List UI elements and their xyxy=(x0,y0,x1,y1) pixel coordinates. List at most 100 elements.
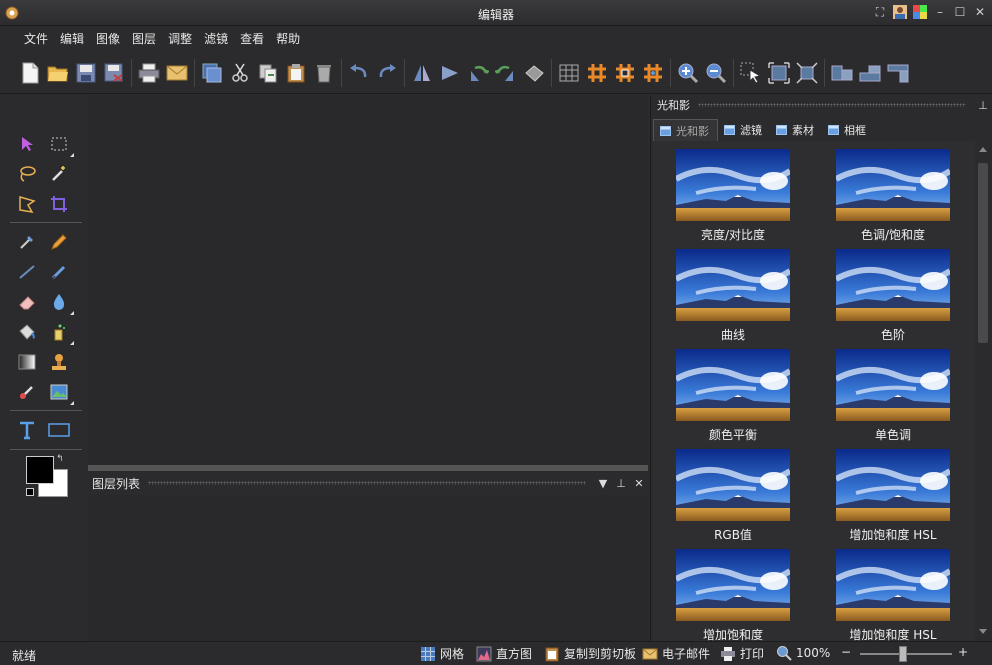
cut-icon[interactable] xyxy=(226,58,254,88)
eyedropper-icon[interactable] xyxy=(16,231,38,253)
menu-file[interactable]: 文件 xyxy=(18,27,54,51)
flip-horizontal-icon[interactable] xyxy=(408,58,436,88)
drag-grip[interactable] xyxy=(698,103,966,107)
rotate-left-icon[interactable] xyxy=(464,58,492,88)
select-arrow-icon[interactable] xyxy=(16,133,38,155)
redo-icon[interactable] xyxy=(373,58,401,88)
stamp-icon[interactable] xyxy=(48,351,70,373)
lasso-icon[interactable] xyxy=(16,163,38,185)
effect-thumbnail[interactable]: 曲线 xyxy=(653,249,813,343)
effect-thumbnail[interactable]: RGB值 xyxy=(653,449,813,543)
menu-view[interactable]: 查看 xyxy=(234,27,270,51)
canvas-workspace[interactable] xyxy=(88,95,648,465)
line-icon[interactable] xyxy=(16,261,38,283)
close-icon[interactable]: ✕ xyxy=(630,477,648,490)
fit-window-icon[interactable] xyxy=(765,58,793,88)
zoom-out-button[interactable]: − xyxy=(841,645,851,659)
effect-thumbnail[interactable]: 单色调 xyxy=(813,349,973,443)
pencil-icon[interactable] xyxy=(48,231,70,253)
polygon-lasso-icon[interactable] xyxy=(16,193,38,215)
effects-scrollbar[interactable] xyxy=(975,141,991,641)
effect-thumbnail[interactable]: 色调/饱和度 xyxy=(813,149,973,243)
fullscreen-icon[interactable]: ⛶ xyxy=(872,4,888,20)
flip-vertical-icon[interactable] xyxy=(436,58,464,88)
effect-thumbnail[interactable]: 增加饱和度 xyxy=(653,549,813,641)
copy-clipboard-button[interactable]: 复制到剪切板 xyxy=(544,645,636,662)
email-icon[interactable] xyxy=(163,58,191,88)
menu-help[interactable]: 帮助 xyxy=(270,27,306,51)
align-left-icon[interactable] xyxy=(828,58,856,88)
new-file-icon[interactable] xyxy=(16,58,44,88)
copy-layer-icon[interactable] xyxy=(198,58,226,88)
align-bottom-icon[interactable] xyxy=(856,58,884,88)
text-tool-icon[interactable] xyxy=(16,419,38,441)
menu-image[interactable]: 图像 xyxy=(90,27,126,51)
swap-colors-icon[interactable]: ↰ xyxy=(56,454,64,464)
menu-layer[interactable]: 图层 xyxy=(126,27,162,51)
save-icon[interactable] xyxy=(72,58,100,88)
rotate-right-icon[interactable] xyxy=(492,58,520,88)
rotate-free-icon[interactable] xyxy=(520,58,548,88)
zoom-in-icon[interactable] xyxy=(674,58,702,88)
maximize-icon[interactable]: ☐ xyxy=(952,4,968,20)
hash-grid-blue-icon[interactable] xyxy=(639,58,667,88)
gradient-icon[interactable] xyxy=(16,351,38,373)
paste-icon[interactable] xyxy=(282,58,310,88)
zoom-slider-handle[interactable] xyxy=(899,646,907,662)
layers-list[interactable] xyxy=(88,495,648,641)
effect-thumbnail[interactable]: 增加饱和度 HSL xyxy=(813,549,973,641)
actual-size-icon[interactable] xyxy=(793,58,821,88)
skin-icon[interactable] xyxy=(912,4,928,20)
align-top-icon[interactable] xyxy=(884,58,912,88)
histogram-button[interactable]: 直方图 xyxy=(476,645,532,662)
image-icon[interactable] xyxy=(48,381,74,405)
reset-colors-icon[interactable] xyxy=(26,488,34,496)
tab-frames[interactable]: 相框 xyxy=(822,119,874,141)
hash-grid-icon[interactable] xyxy=(583,58,611,88)
foreground-color-swatch[interactable] xyxy=(26,456,54,484)
minimize-icon[interactable]: – xyxy=(932,4,948,20)
open-folder-icon[interactable] xyxy=(44,58,72,88)
grid-icon[interactable] xyxy=(555,58,583,88)
pin-icon[interactable]: ⊥ xyxy=(612,477,630,490)
effect-thumbnail[interactable]: 亮度/对比度 xyxy=(653,149,813,243)
spray-icon[interactable] xyxy=(48,321,74,345)
effect-thumbnail[interactable]: 增加饱和度 HSL xyxy=(813,449,973,543)
clear-icon[interactable] xyxy=(310,58,338,88)
zoom-level-button[interactable]: 100% xyxy=(776,645,830,661)
select-pointer-icon[interactable] xyxy=(737,58,765,88)
rect-select-icon[interactable] xyxy=(48,133,74,157)
scrollbar-thumb[interactable] xyxy=(978,163,988,343)
eraser-icon[interactable] xyxy=(16,291,38,313)
print-button[interactable]: 打印 xyxy=(720,645,764,662)
blur-drop-icon[interactable] xyxy=(48,291,74,315)
email-button[interactable]: 电子邮件 xyxy=(642,645,710,662)
tab-light-shadow[interactable]: 光和影 xyxy=(653,119,718,141)
avatar-icon[interactable] xyxy=(892,4,908,20)
effect-thumbnail[interactable]: 颜色平衡 xyxy=(653,349,813,443)
copy-icon[interactable] xyxy=(254,58,282,88)
menu-adjust[interactable]: 调整 xyxy=(162,27,198,51)
magic-wand-icon[interactable] xyxy=(48,163,70,185)
drag-grip[interactable] xyxy=(148,481,586,485)
rectangle-tool-icon[interactable] xyxy=(48,419,70,441)
zoom-in-button[interactable]: + xyxy=(958,645,968,659)
effect-thumbnail[interactable]: 色阶 xyxy=(813,249,973,343)
menu-edit[interactable]: 编辑 xyxy=(54,27,90,51)
tab-filters[interactable]: 滤镜 xyxy=(718,119,770,141)
scroll-down-icon[interactable] xyxy=(979,629,987,634)
tab-materials[interactable]: 素材 xyxy=(770,119,822,141)
pin-icon[interactable]: ⊥ xyxy=(974,99,992,112)
close-icon[interactable]: ✕ xyxy=(972,4,988,20)
undo-icon[interactable] xyxy=(345,58,373,88)
save-as-icon[interactable] xyxy=(100,58,128,88)
paint-bucket-icon[interactable] xyxy=(16,321,38,343)
clone-brush-icon[interactable] xyxy=(16,381,38,403)
print-icon[interactable] xyxy=(135,58,163,88)
brush-icon[interactable] xyxy=(48,261,70,283)
zoom-out-icon[interactable] xyxy=(702,58,730,88)
hash-grid-alt-icon[interactable] xyxy=(611,58,639,88)
scroll-up-icon[interactable] xyxy=(979,147,987,152)
dropdown-icon[interactable]: ▼ xyxy=(594,477,612,490)
crop-icon[interactable] xyxy=(48,193,70,215)
